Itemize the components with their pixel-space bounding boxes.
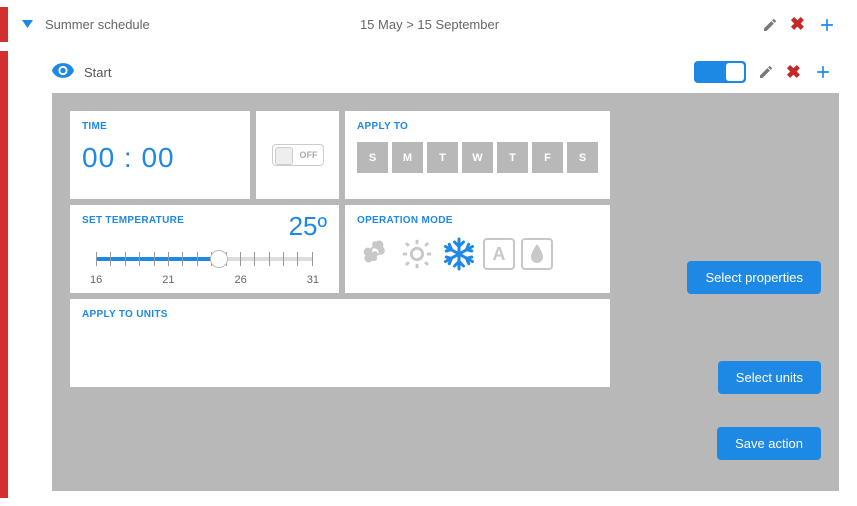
config-row-1: TIME 00 : 00 OFF APPLY TO S M T W T [70, 111, 821, 199]
day-thu[interactable]: T [497, 142, 528, 173]
eye-icon[interactable] [52, 63, 74, 81]
scale-31: 31 [307, 274, 319, 286]
slider-ticks [96, 252, 313, 266]
collapse-icon[interactable] [22, 19, 33, 31]
save-action-button[interactable]: Save action [717, 427, 821, 460]
temperature-value: 25º [289, 211, 327, 242]
applyto-card: APPLY TO S M T W T F S [345, 111, 610, 199]
apply-units-card: APPLY TO UNITS [70, 299, 610, 387]
edit-action-icon[interactable] [758, 64, 774, 80]
day-tue[interactable]: T [427, 142, 458, 173]
day-sat[interactable]: S [567, 142, 598, 173]
scale-21: 21 [162, 274, 174, 286]
scale-16: 16 [90, 274, 102, 286]
time-card: TIME 00 : 00 [70, 111, 250, 199]
sun-icon[interactable] [399, 236, 435, 272]
mode-icons: A [357, 236, 598, 272]
action-title: Start [84, 65, 111, 80]
auto-mode-icon[interactable]: A [483, 238, 515, 270]
slider-scale: 16 21 26 31 [82, 274, 327, 286]
schedule-title: Summer schedule [45, 17, 150, 32]
day-sun[interactable]: S [357, 142, 388, 173]
day-mon[interactable]: M [392, 142, 423, 173]
operation-mode-label: OPERATION MODE [357, 215, 598, 226]
edit-icon[interactable] [762, 17, 778, 33]
auto-letter: A [493, 244, 506, 265]
select-units-button[interactable]: Select units [718, 361, 821, 394]
off-label: OFF [300, 150, 318, 160]
temperature-card: SET TEMPERATURE 25º 16 21 26 [70, 205, 339, 293]
add-icon[interactable] [817, 15, 837, 35]
onoff-toggle[interactable]: OFF [272, 144, 324, 166]
snowflake-icon[interactable] [441, 236, 477, 272]
time-value[interactable]: 00 : 00 [82, 142, 238, 174]
scale-26: 26 [235, 274, 247, 286]
select-properties-button[interactable]: Select properties [687, 261, 821, 294]
action-header: Start ✖ [10, 51, 849, 93]
temperature-slider[interactable] [82, 248, 327, 270]
delete-action-icon[interactable]: ✖ [786, 62, 801, 83]
applyto-label: APPLY TO [357, 121, 598, 132]
days-row: S M T W T F S [357, 142, 598, 173]
day-fri[interactable]: F [532, 142, 563, 173]
add-action-icon[interactable] [813, 62, 833, 82]
config-row-3: APPLY TO UNITS [70, 299, 821, 387]
schedule-header: Summer schedule 15 May > 15 September ✖ [10, 7, 849, 42]
delete-icon[interactable]: ✖ [790, 14, 805, 35]
day-wed[interactable]: W [462, 142, 493, 173]
action-enable-toggle[interactable] [694, 61, 746, 83]
dry-mode-icon[interactable] [521, 238, 553, 270]
action-header-actions: ✖ [694, 61, 833, 83]
slider-thumb[interactable] [210, 250, 228, 268]
action-config-area: TIME 00 : 00 OFF APPLY TO S M T W T [52, 93, 839, 491]
fan-icon[interactable] [357, 236, 393, 272]
accent-strip-header [0, 7, 8, 42]
apply-units-label: APPLY TO UNITS [82, 309, 598, 320]
operation-mode-card: OPERATION MODE A [345, 205, 610, 293]
schedule-date-range: 15 May > 15 September [360, 17, 499, 32]
accent-strip-body [0, 51, 8, 498]
action-panel: Start ✖ TIME 00 : 00 [10, 51, 849, 498]
schedule-actions: ✖ [762, 14, 837, 35]
onoff-card: OFF [256, 111, 339, 199]
time-label: TIME [82, 121, 238, 132]
